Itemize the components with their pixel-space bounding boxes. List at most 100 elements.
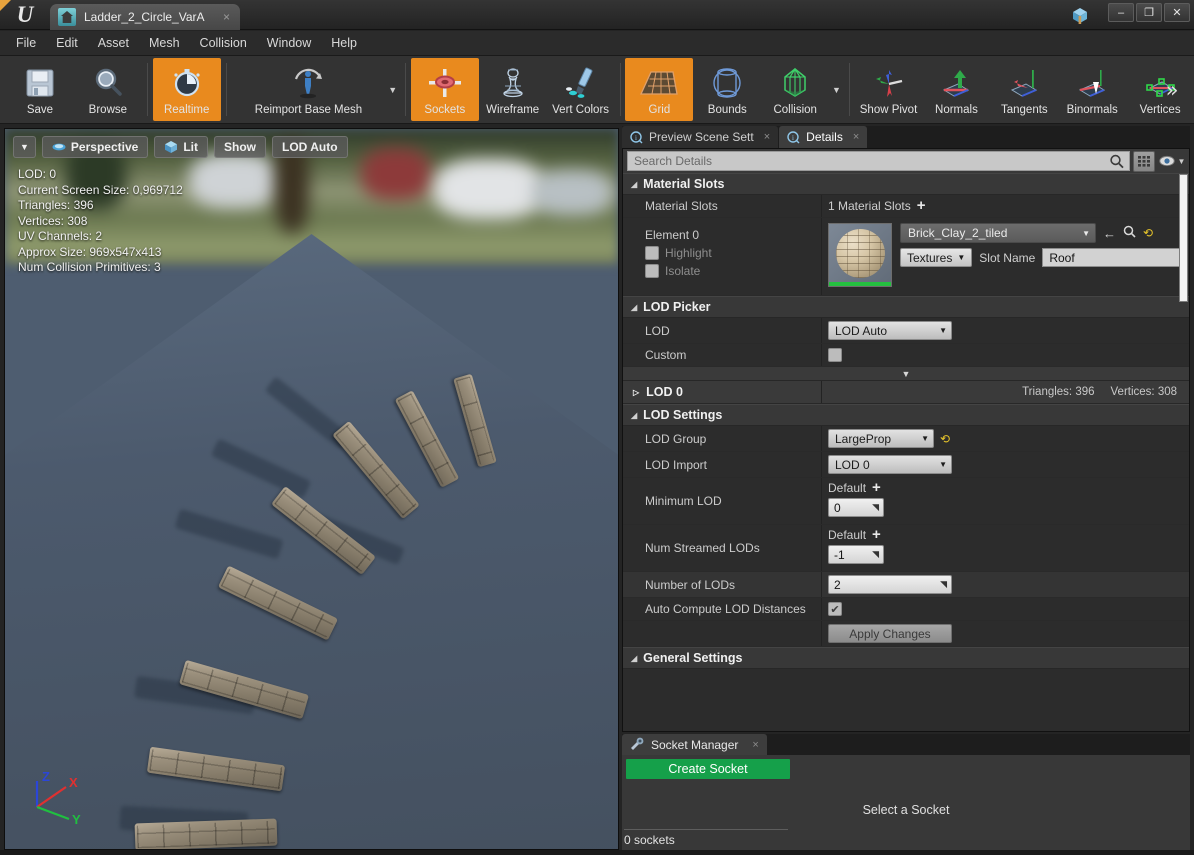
tab-details[interactable]: i Details × [779,126,868,148]
expander-icon: ◢ [631,410,638,420]
menu-help[interactable]: Help [321,33,367,53]
toolbar-divider [225,63,227,116]
isolate-checkbox[interactable]: ✔ [645,264,659,278]
socket-manager-body: Create Socket Select a Socket 0 sockets [622,755,1190,850]
number-of-lods-input[interactable]: 2 ◥ [828,575,952,594]
window-buttons: – ❐ ✕ [1108,3,1190,22]
bounds-button[interactable]: Bounds [693,58,761,121]
num-streamed-default-label: Default [828,528,867,542]
slot-name-input[interactable]: Roof [1042,248,1181,267]
menu-asset[interactable]: Asset [88,33,139,53]
minimum-lod-input[interactable]: 0 ◥ [828,498,884,517]
reset-to-default-icon[interactable]: ⟲ [1143,226,1153,240]
tangents-button[interactable]: Tangents [990,58,1058,121]
highlight-toggle[interactable]: ✔ Highlight [645,246,712,260]
maximize-button[interactable]: ❐ [1136,3,1162,22]
lod-group-combo[interactable]: LargeProp ▼ [828,429,934,448]
create-socket-button[interactable]: Create Socket [626,759,790,779]
lod-0-label: LOD 0 [646,385,683,399]
material-combo[interactable]: Brick_Clay_2_tiled ▼ [900,223,1096,243]
category-general-settings-label: General Settings [643,651,743,665]
lod-combo[interactable]: LOD Auto ▼ [828,321,952,340]
category-material-slots[interactable]: ◢ Material Slots [623,173,1189,195]
toolbar-divider [404,63,406,116]
add-override-button[interactable]: + [872,527,881,542]
isolate-toggle[interactable]: ✔ Isolate [645,264,700,278]
reimport-base-mesh-label: Reimport Base Mesh [254,104,363,116]
grid-button[interactable]: Grid [625,58,694,121]
apply-changes-spacer [623,621,822,646]
lod-0-triangles: Triangles: 396 [1022,386,1095,398]
category-lod-settings[interactable]: ◢ LOD Settings [623,404,1189,426]
add-material-slot-button[interactable]: + [917,198,926,213]
details-scrollbar[interactable] [1179,174,1188,302]
slot-name-value: Roof [1049,250,1075,265]
minimum-lod-default-row: Default + [828,480,881,495]
right-panel-area: i Preview Scene Sett × i Details × Searc… [622,126,1190,850]
binormals-button[interactable]: Binormals [1058,58,1126,121]
grid-view-button[interactable] [1133,150,1155,172]
material-preview-sphere [836,229,885,278]
add-override-button[interactable]: + [872,480,881,495]
close-icon[interactable]: × [219,10,234,24]
num-streamed-lods-input[interactable]: -1 ◥ [828,545,884,564]
mesh-viewport[interactable]: ▼ Perspective Lit Show LOD Auto LOD: 0 C… [4,128,619,850]
toolbar-expand-button[interactable]: » [1156,56,1188,124]
menu-mesh[interactable]: Mesh [139,33,190,53]
lod-group-label: LOD Group [623,426,822,451]
bottom-bar [0,850,1194,855]
view-options-button[interactable]: ▼ [1158,155,1186,167]
close-button[interactable]: ✕ [1164,3,1190,22]
sockets-button[interactable]: Sockets [410,58,479,121]
row-apply-changes: Apply Changes [623,621,1189,647]
socket-empty-message: Select a Socket [862,803,950,817]
spinner-icon[interactable]: ◥ [872,502,879,513]
wireframe-button[interactable]: Wireframe [479,58,547,121]
section-expander[interactable]: ▼ [623,367,1189,381]
save-button[interactable]: Save [6,58,74,121]
chevron-down-icon[interactable]: ▼ [829,56,843,123]
collision-button[interactable]: Collision [761,58,829,121]
minimize-button[interactable]: – [1108,3,1134,22]
menu-edit[interactable]: Edit [46,33,88,53]
socket-manager-tabstrip: Socket Manager × [622,734,1190,755]
details-body[interactable]: ◢ Material Slots Material Slots 1 Materi… [623,173,1189,731]
row-number-of-lods: Number of LODs 2 ◥ [623,572,1189,598]
element-0-label: Element 0 [645,228,700,242]
tab-socket-manager[interactable]: Socket Manager × [622,734,767,755]
normals-button[interactable]: Normals [922,58,990,121]
close-icon[interactable]: × [752,739,758,751]
reset-to-default-icon[interactable]: ⟲ [940,432,950,446]
close-icon[interactable]: × [764,131,770,143]
show-pivot-button[interactable]: Show Pivot [855,58,923,121]
use-selected-asset-icon[interactable]: ← [1103,226,1116,241]
search-input[interactable]: Search Details [627,151,1130,171]
row-lod-0[interactable]: ▷ LOD 0 Triangles: 396 Vertices: 308 [623,381,1189,404]
asset-tab[interactable]: Ladder_2_Circle_VarA × [50,4,240,30]
chevron-down-icon[interactable]: ▼ [385,56,399,123]
tab-preview-scene-settings[interactable]: i Preview Scene Sett × [622,126,779,148]
realtime-button[interactable]: Realtime [152,58,221,121]
number-of-lods-label: Number of LODs [623,572,822,597]
auto-compute-checkbox[interactable]: ✔ [828,602,842,616]
category-general-settings[interactable]: ◢ General Settings [623,647,1189,669]
vert-colors-button[interactable]: Vert Colors [547,58,615,121]
spinner-icon[interactable]: ◥ [940,579,947,590]
material-selector-row: Brick_Clay_2_tiled ▼ ← ⟲ [900,223,1180,243]
highlight-checkbox[interactable]: ✔ [645,246,659,260]
browse-to-asset-icon[interactable] [1123,225,1136,241]
menu-collision[interactable]: Collision [190,33,257,53]
apply-changes-button[interactable]: Apply Changes [828,624,952,643]
browse-button[interactable]: Browse [74,58,142,121]
reimport-base-mesh-button[interactable]: Reimport Base Mesh [232,58,386,121]
custom-checkbox[interactable]: ✔ [828,348,842,362]
menu-window[interactable]: Window [257,33,321,53]
row-material-slots-count: Material Slots 1 Material Slots + [623,195,1189,218]
material-thumbnail[interactable] [828,223,892,287]
close-icon[interactable]: × [853,131,859,143]
menu-file[interactable]: File [6,33,46,53]
spinner-icon[interactable]: ◥ [872,549,879,560]
lod-import-combo[interactable]: LOD 0 ▼ [828,455,952,474]
category-lod-picker[interactable]: ◢ LOD Picker [623,296,1189,318]
textures-button[interactable]: Textures ▼ [900,248,973,267]
